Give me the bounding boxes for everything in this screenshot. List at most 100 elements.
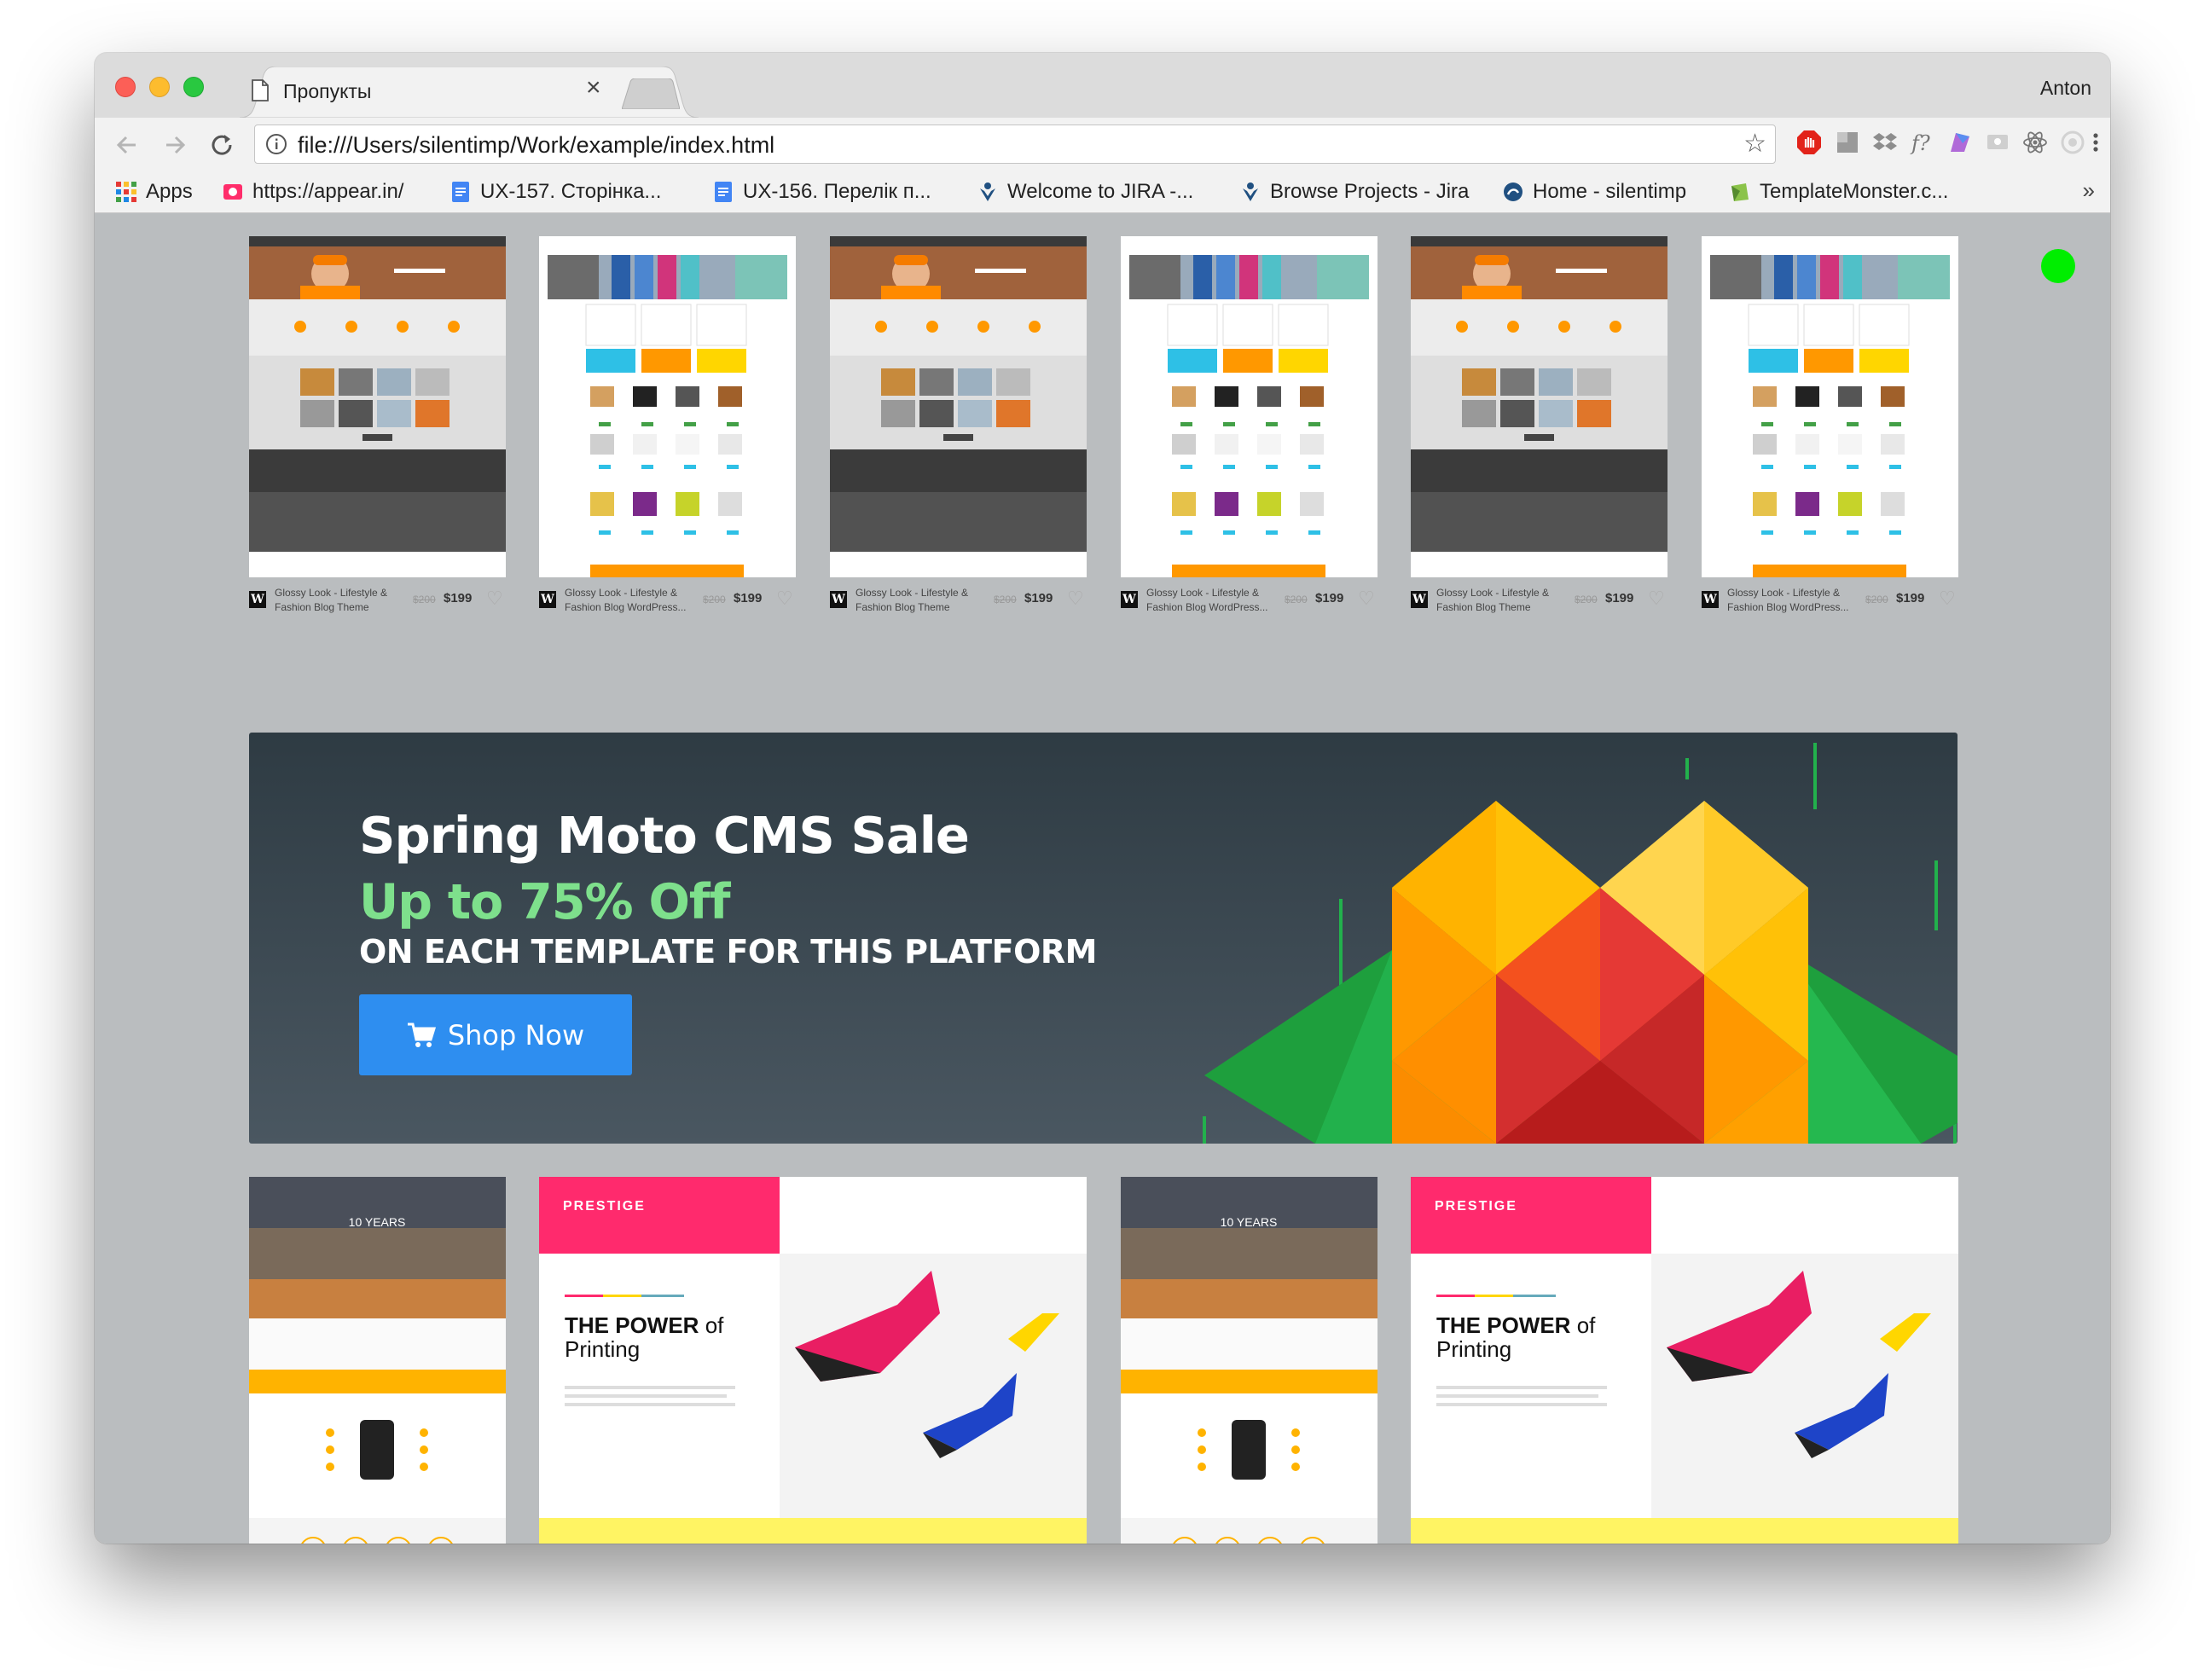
bookmark-label: TemplateMonster.c... [1760,180,1949,203]
bookmark-home-silentimp[interactable]: Home - silentimp [1502,179,1686,205]
product-old-price: $200 [1865,594,1888,605]
zoom-window-button[interactable] [183,77,204,97]
headline-rest: of [705,1312,724,1338]
svg-text:f?: f? [1910,131,1930,155]
product-price: $199 [1896,591,1925,605]
product-preview[interactable] [249,236,506,577]
reload-icon[interactable] [206,128,240,162]
template-preview-prestige[interactable]: THE POWER ofPrintingPRESTIGEABOUT USTHE … [539,1177,1087,1544]
template-preview-construction[interactable]: 10 YEARS [1121,1177,1378,1544]
bookmark-apps[interactable]: Apps [115,179,193,205]
bookmark-label: UX-157. Сторінка... [480,180,662,203]
doc-icon [452,182,469,202]
bookmark-ux-157[interactable]: UX-157. Сторінка... [450,179,661,205]
dropbox-icon[interactable] [1872,130,1898,155]
product-price: $199 [1024,591,1053,605]
bookmark-label: Browse Projects - Jira [1270,180,1470,203]
product-price: $199 [1315,591,1344,605]
profile-name[interactable]: Anton [2040,77,2091,100]
back-icon[interactable] [110,128,144,162]
chrome-menu-icon[interactable] [2086,130,2105,155]
heart-icon[interactable]: ♡ [486,588,503,610]
bookmarks-overflow-button[interactable]: » [2083,177,2095,204]
tab-close-icon[interactable]: × [586,75,601,101]
font-finder-icon[interactable]: f? [1910,130,1935,155]
product-preview[interactable] [830,236,1087,577]
product-price: $199 [444,591,473,605]
bookmark-ux-156[interactable]: UX-156. Перелік п... [712,179,931,205]
product-name[interactable]: Glossy Look - Lifestyle & Fashion Blog W… [565,586,693,615]
wordpress-icon: W [1411,591,1428,608]
cast-icon[interactable] [1985,130,2010,155]
bookmark-label: Home - silentimp [1533,180,1687,203]
new-tab-button[interactable] [622,78,680,109]
product-name[interactable]: Glossy Look - Lifestyle & Fashion Blog W… [1727,586,1855,615]
forward-icon[interactable] [158,128,192,162]
bookmark-welcome-jira[interactable]: Welcome to JIRA -... [977,179,1193,205]
prestige-logo: PRESTIGE [1435,1199,1517,1214]
product-info: W Glossy Look - Lifestyle & Fashion Blog … [1411,586,1668,620]
product-info: W Glossy Look - Lifestyle & Fashion Blog … [249,586,506,620]
wordpress-icon: W [539,591,556,608]
adblock-icon[interactable] [1796,130,1822,155]
minimize-window-button[interactable] [149,77,170,97]
product-preview[interactable] [1121,236,1378,577]
shop-now-button[interactable]: Shop Now [359,994,632,1075]
product-old-price: $200 [1285,594,1308,605]
banner-title: Spring Moto CMS Sale [359,806,970,865]
info-icon[interactable] [265,133,287,155]
product-name[interactable]: Glossy Look - Lifestyle & Fashion Blog W… [1146,586,1274,615]
product-info: W Glossy Look - Lifestyle & Fashion Blog … [830,586,1087,620]
banner-tagline: ON EACH TEMPLATE FOR THIS PLATFORM [359,933,1097,970]
shop-now-label: Shop Now [447,1018,585,1051]
bookmarks-bar: Apps https://appear.in/ UX-157. Сторінка… [95,171,2110,213]
product-name[interactable]: Glossy Look - Lifestyle & Fashion Blog T… [856,586,983,615]
headline-line2: Printing [565,1336,641,1362]
product-name[interactable]: Glossy Look - Lifestyle & Fashion Blog T… [275,586,403,615]
bookmark-templatemonster[interactable]: TemplateMonster.c... [1729,179,1948,205]
heart-icon[interactable]: ♡ [1358,588,1375,610]
close-window-button[interactable] [115,77,136,97]
react-devtools-icon[interactable] [2022,130,2048,155]
template-preview-construction[interactable]: 10 YEARS [249,1177,506,1544]
page-icon [252,79,269,101]
cart-icon [407,1022,436,1047]
product-old-price: $200 [413,594,436,605]
years-headline: 10 YEARS [349,1215,406,1229]
wordpress-icon: W [1121,591,1138,608]
toolbar: file:///Users/silentimp/Work/example/ind… [95,118,2110,171]
bookmark-label: https://appear.in/ [252,180,404,203]
product-old-price: $200 [703,594,726,605]
product-preview[interactable] [1702,236,1958,577]
heart-icon[interactable]: ♡ [776,588,793,610]
heart-icon[interactable]: ♡ [1939,588,1956,610]
browser-window: Пропукты × Anton file:///Users/silentimp… [95,53,2110,1544]
jira-icon [1243,182,1258,201]
promo-banner: Spring Moto CMS Sale Up to 75% Off ON EA… [249,733,1958,1144]
headline-rest: of [1576,1312,1596,1338]
prestige-logo: PRESTIGE [563,1199,646,1214]
product-preview[interactable] [1411,236,1668,577]
product-name[interactable]: Glossy Look - Lifestyle & Fashion Blog T… [1436,586,1564,615]
bookmark-appear-in[interactable]: https://appear.in/ [222,179,403,205]
origami-flower-illustration [1203,743,1958,1144]
bookmark-star-icon[interactable]: ☆ [1743,130,1766,158]
address-bar[interactable]: file:///Users/silentimp/Work/example/ind… [254,125,1776,164]
bookmark-browse-projects[interactable]: Browse Projects - Jira [1239,179,1469,205]
bookmark-label: UX-156. Перелік п... [743,180,931,203]
doc-icon [715,182,732,202]
bookmark-label: Welcome to JIRA -... [1007,180,1194,203]
template-preview-prestige[interactable]: THE POWER ofPrintingPRESTIGEABOUT USTHE … [1411,1177,1958,1544]
extension-gray-square-icon[interactable] [1835,130,1860,155]
page-content[interactable]: W Glossy Look - Lifestyle & Fashion Blog … [95,213,2110,1544]
product-preview[interactable] [539,236,796,577]
heart-icon[interactable]: ♡ [1648,588,1665,610]
product-price: $199 [734,591,763,605]
product-info: W Glossy Look - Lifestyle & Fashion Blog … [1121,586,1378,620]
heart-icon[interactable]: ♡ [1067,588,1084,610]
wordpress-icon: W [830,591,847,608]
colorful-extension-icon[interactable] [1947,130,1973,155]
product-old-price: $200 [994,594,1017,605]
target-extension-icon[interactable] [2060,130,2085,155]
years-headline: 10 YEARS [1221,1215,1278,1229]
